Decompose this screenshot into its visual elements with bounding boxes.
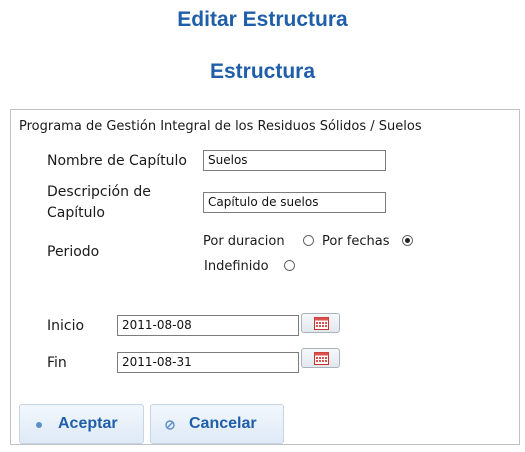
program-title: Programa de Gestión Integral de los Resi… xyxy=(19,119,422,134)
descripcion-label-line2: Capítulo xyxy=(47,205,105,221)
calendar-icon xyxy=(314,352,329,365)
cancel-icon xyxy=(165,420,175,430)
descripcion-field[interactable]: Capítulo de suelos xyxy=(203,192,386,213)
calendar-icon xyxy=(314,317,329,330)
descripcion-label-line1: Descripción de xyxy=(47,184,151,200)
structure-form-panel: Programa de Gestión Integral de los Resi… xyxy=(10,109,520,445)
fin-label: Fin xyxy=(47,355,67,371)
cancel-button-label: Cancelar xyxy=(189,415,257,432)
inicio-date-field[interactable]: 2011-08-08 xyxy=(117,315,299,336)
nombre-label: Nombre de Capítulo xyxy=(47,153,187,169)
inicio-label: Inicio xyxy=(47,318,85,334)
inicio-calendar-button[interactable] xyxy=(301,313,340,333)
bullet-icon xyxy=(36,422,42,428)
periodo-radio-indefinido[interactable] xyxy=(284,260,295,271)
cancel-button[interactable]: Cancelar xyxy=(150,404,284,444)
accept-button[interactable]: Aceptar xyxy=(19,404,144,444)
periodo-option-label-fechas: Por fechas xyxy=(322,234,390,249)
page-subtitle: Estructura xyxy=(209,60,316,83)
periodo-option-label-duracion: Por duracion xyxy=(203,234,285,249)
page-title: Editar Estructura xyxy=(177,8,348,31)
fin-calendar-button[interactable] xyxy=(301,348,340,368)
accept-button-label: Aceptar xyxy=(58,415,118,432)
periodo-radio-duracion[interactable] xyxy=(303,235,314,246)
fin-date-field[interactable]: 2011-08-31 xyxy=(117,352,299,373)
nombre-field[interactable]: Suelos xyxy=(203,150,386,171)
periodo-label: Periodo xyxy=(47,244,100,260)
periodo-option-label-indefinido: Indefinido xyxy=(204,259,269,274)
periodo-radio-fechas[interactable] xyxy=(402,235,413,246)
